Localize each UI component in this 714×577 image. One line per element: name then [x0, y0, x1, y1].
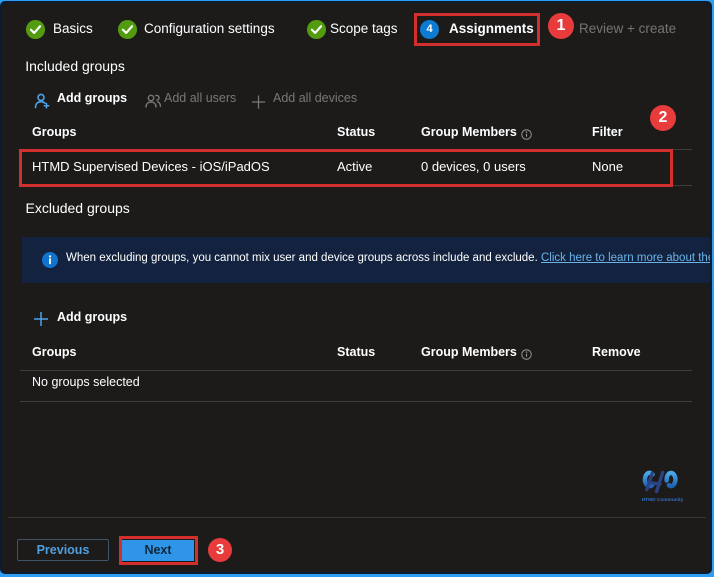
svg-text:HTMD Community: HTMD Community: [642, 497, 684, 503]
